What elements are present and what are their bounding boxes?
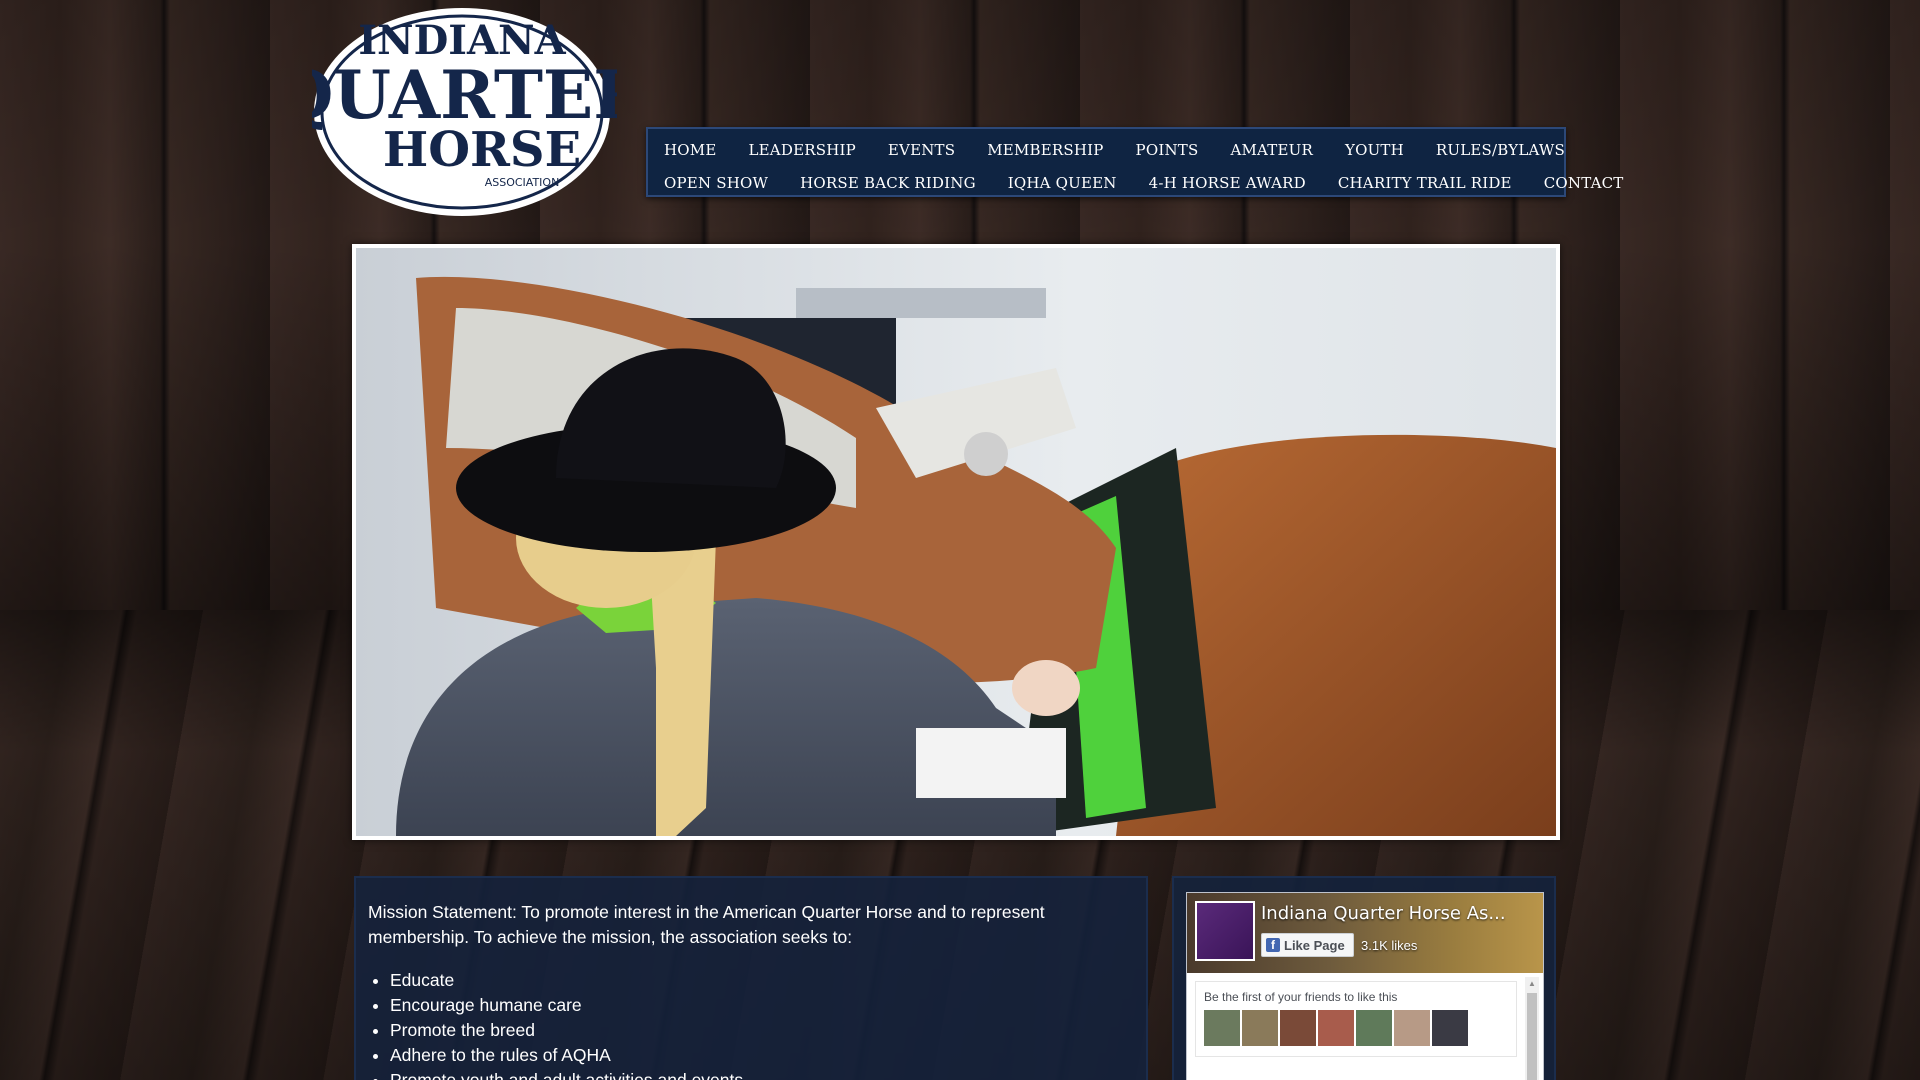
friend-avatar[interactable] (1356, 1010, 1392, 1046)
facebook-panel: Indiana Quarter Horse As... f Like Page … (1172, 876, 1556, 1080)
nav-4h-horse-award[interactable]: 4-H HORSE AWARD (1149, 174, 1306, 192)
nav-contact[interactable]: CONTACT (1544, 174, 1624, 192)
nav-home[interactable]: HOME (664, 141, 717, 159)
friend-avatar[interactable] (1204, 1010, 1240, 1046)
nav-points[interactable]: POINTS (1136, 141, 1199, 159)
mission-panel: Mission Statement: To promote interest i… (354, 876, 1148, 1080)
site-logo[interactable]: INDIANA QUARTER HORSE ASSOCIATION (312, 0, 617, 216)
facebook-cover-photo[interactable]: Indiana Quarter Horse As... f Like Page … (1187, 893, 1543, 973)
nav-amateur[interactable]: AMATEUR (1230, 141, 1313, 159)
nav-row-1: HOME LEADERSHIP EVENTS MEMBERSHIP POINTS… (664, 133, 1565, 166)
like-page-label: Like Page (1284, 937, 1345, 953)
scroll-up-arrow-icon[interactable]: ▲ (1528, 979, 1536, 988)
mission-statement: Mission Statement: To promote interest i… (368, 902, 1045, 947)
nav-open-show[interactable]: OPEN SHOW (664, 174, 768, 192)
facebook-friends-box: Be the first of your friends to like thi… (1195, 981, 1517, 1057)
facebook-page-plugin: Indiana Quarter Horse As... f Like Page … (1186, 892, 1544, 1080)
facebook-page-avatar[interactable] (1195, 901, 1255, 961)
nav-horse-back-riding[interactable]: HORSE BACK RIDING (800, 174, 976, 192)
main-navigation: HOME LEADERSHIP EVENTS MEMBERSHIP POINTS… (646, 127, 1623, 199)
friend-avatar[interactable] (1394, 1010, 1430, 1046)
nav-membership[interactable]: MEMBERSHIP (987, 141, 1103, 159)
facebook-scrollbar[interactable]: ▲ (1525, 977, 1539, 1080)
nav-row-2: OPEN SHOW HORSE BACK RIDING IQHA QUEEN 4… (664, 166, 1623, 199)
friend-avatar[interactable] (1318, 1010, 1354, 1046)
mission-item: Educate (390, 968, 1134, 993)
facebook-like-page-button[interactable]: f Like Page (1261, 933, 1354, 957)
hero-image-frame (352, 244, 1560, 840)
friend-avatar[interactable] (1432, 1010, 1468, 1046)
logo-horse: HORSE (383, 122, 581, 178)
logo-association: ASSOCIATION (485, 176, 560, 189)
facebook-body: Be the first of your friends to like thi… (1187, 973, 1543, 1080)
facebook-page-name[interactable]: Indiana Quarter Horse As... (1261, 903, 1506, 924)
nav-rules-bylaws[interactable]: RULES/BYLAWS (1436, 141, 1565, 159)
mission-item: Encourage humane care (390, 993, 1134, 1018)
mission-item: Promote youth and adult activities and e… (390, 1068, 1134, 1080)
nav-events[interactable]: EVENTS (888, 141, 955, 159)
facebook-likes-count: 3.1K likes (1361, 938, 1418, 953)
mission-item: Promote the breed (390, 1018, 1134, 1043)
facebook-icon: f (1266, 938, 1280, 952)
nav-charity-trail-ride[interactable]: CHARITY TRAIL RIDE (1338, 174, 1512, 192)
facebook-friend-faces (1204, 1010, 1508, 1046)
nav-iqha-queen[interactable]: IQHA QUEEN (1008, 174, 1117, 192)
friend-avatar[interactable] (1242, 1010, 1278, 1046)
scrollbar-thumb[interactable] (1527, 993, 1537, 1080)
nav-youth[interactable]: YOUTH (1345, 141, 1404, 159)
friend-avatar[interactable] (1280, 1010, 1316, 1046)
hero-photo (356, 248, 1556, 836)
mission-item: Adhere to the rules of AQHA (390, 1043, 1134, 1068)
facebook-friends-text: Be the first of your friends to like thi… (1204, 990, 1398, 1004)
mission-list: Educate Encourage humane care Promote th… (368, 968, 1134, 1080)
nav-leadership[interactable]: LEADERSHIP (749, 141, 856, 159)
